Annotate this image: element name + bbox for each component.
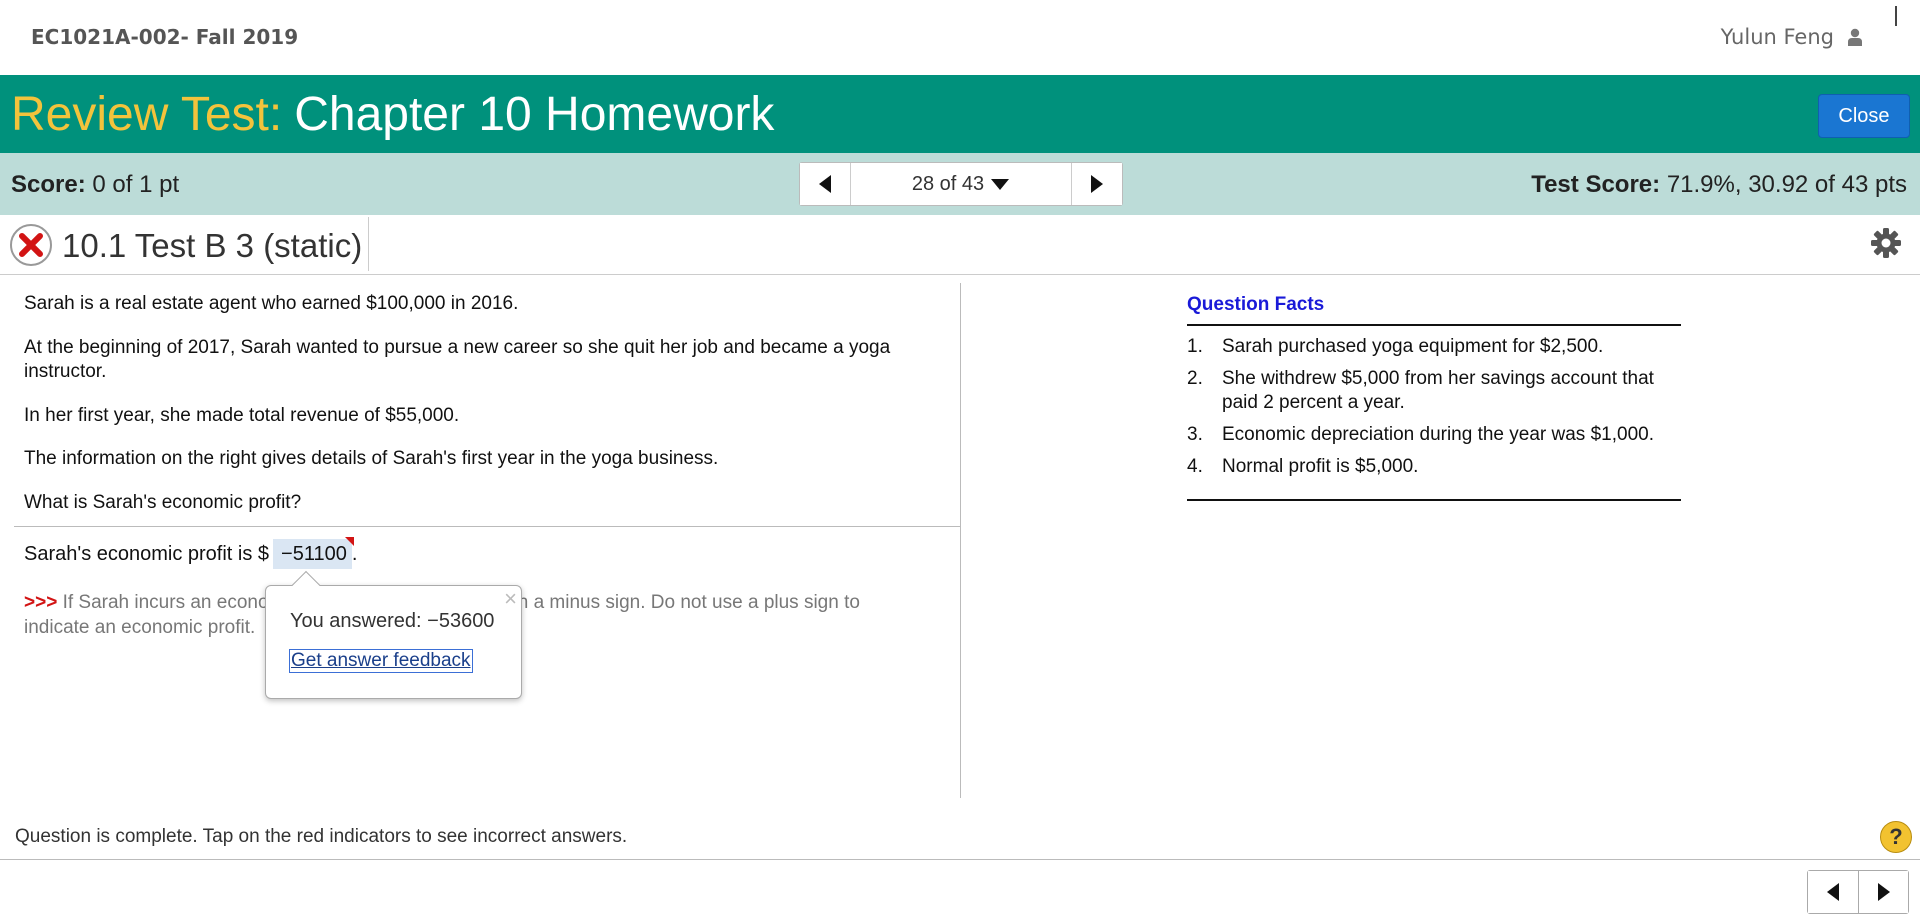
test-score-value: 71.9%, 30.92 of 43 pts xyxy=(1666,171,1907,198)
close-icon[interactable]: × xyxy=(504,586,517,612)
score-value: 0 of 1 pt xyxy=(92,171,180,198)
top-bar: EC1021A-002- Fall 2019 Yulun Feng xyxy=(0,0,1920,75)
list-item: 1. Sarah purchased yoga equipment for $2,… xyxy=(1187,335,1681,359)
answer-popup: × You answered: −53600 Get answer feedba… xyxy=(265,570,522,699)
column-divider xyxy=(960,283,961,798)
answer-line: Sarah's economic profit is $ −51100 . xyxy=(24,537,357,569)
question-divider xyxy=(14,526,960,527)
text-cursor xyxy=(1895,6,1897,26)
fact-number: 3. xyxy=(1187,424,1203,445)
score-label: Score: xyxy=(11,171,86,198)
answer-field[interactable]: −51100 xyxy=(273,537,354,569)
footer-next-button[interactable] xyxy=(1858,871,1908,913)
test-score: Test Score: 71.9%, 30.92 of 43 pts xyxy=(1531,171,1907,199)
question-paragraph: At the beginning of 2017, Sarah wanted t… xyxy=(24,337,891,382)
question-facts: Question Facts 1. Sarah purchased yoga eq… xyxy=(1187,292,1681,501)
score-bar: Score: 0 of 1 pt 28 of 43 Test Score: 71… xyxy=(0,153,1920,215)
next-question-button[interactable] xyxy=(1072,163,1122,205)
question-paragraph: The information on the right gives detai… xyxy=(24,448,719,469)
incorrect-x-icon xyxy=(9,223,53,272)
question-panel: Sarah is a real estate agent who earned … xyxy=(0,276,960,796)
fact-text: Normal profit is $5,000. xyxy=(1222,456,1419,477)
triangle-down-icon xyxy=(991,179,1010,190)
user-icon xyxy=(1848,28,1862,46)
header-divider xyxy=(368,217,369,271)
fact-number: 2. xyxy=(1187,368,1203,389)
question-select[interactable]: 28 of 43 xyxy=(850,163,1072,205)
user-name: Yulun Feng xyxy=(1720,25,1834,49)
list-item: 4. Normal profit is $5,000. xyxy=(1187,455,1681,479)
answer-prefix: Sarah's economic profit is $ xyxy=(24,542,270,565)
test-score-label: Test Score: xyxy=(1531,171,1661,198)
gear-icon[interactable] xyxy=(1870,227,1902,264)
footer-divider xyxy=(0,859,1920,860)
question-position: 28 of 43 xyxy=(911,172,985,195)
answer-value: −51100 xyxy=(281,543,347,565)
fact-number: 4. xyxy=(1187,456,1203,477)
footer-previous-button[interactable] xyxy=(1808,871,1858,913)
question-header: 10.1 Test B 3 (static) xyxy=(0,215,1920,275)
course-title: EC1021A-002- Fall 2019 xyxy=(31,25,299,49)
page-title: Review Test: Chapter 10 Homework xyxy=(11,87,774,143)
you-answered-text: You answered: −53600 xyxy=(290,610,495,632)
title-prefix: Review Test: xyxy=(11,88,283,141)
user-menu[interactable]: Yulun Feng xyxy=(1721,25,1862,49)
triangle-right-icon xyxy=(1091,175,1103,193)
triangle-left-icon xyxy=(1827,883,1839,901)
question-paragraph: Sarah is a real estate agent who earned … xyxy=(24,293,519,314)
fact-text: She withdrew $5,000 from her savings acc… xyxy=(1222,368,1654,413)
fact-number: 1. xyxy=(1187,336,1203,357)
footer-navigator xyxy=(1807,870,1909,914)
question-paragraph: What is Sarah's economic profit? xyxy=(24,492,302,513)
facts-list: 1. Sarah purchased yoga equipment for $2,… xyxy=(1187,326,1681,501)
help-icon[interactable]: ? xyxy=(1880,821,1912,853)
status-message: Question is complete. Tap on the red ind… xyxy=(15,826,628,847)
fact-text: Sarah purchased yoga equipment for $2,50… xyxy=(1222,336,1604,357)
facts-title: Question Facts xyxy=(1187,292,1681,326)
question-score: Score: 0 of 1 pt xyxy=(11,171,179,199)
question-paragraph: In her first year, she made total revenu… xyxy=(24,405,460,426)
triangle-left-icon xyxy=(819,175,831,193)
list-item: 3. Economic depreciation during the year … xyxy=(1187,423,1681,447)
incorrect-indicator[interactable] xyxy=(344,537,354,546)
title-banner: Review Test: Chapter 10 Homework Close xyxy=(0,75,1920,153)
question-navigator: 28 of 43 xyxy=(799,162,1123,206)
title-main: Chapter 10 Homework xyxy=(294,88,775,141)
previous-question-button[interactable] xyxy=(800,163,850,205)
triangle-right-icon xyxy=(1877,883,1890,901)
hint-arrows: >>> xyxy=(24,592,58,613)
list-item: 2. She withdrew $5,000 from her savings a… xyxy=(1187,367,1681,415)
answer-feedback-link[interactable]: Get answer feedback xyxy=(289,649,473,673)
fact-text: Economic depreciation during the year wa… xyxy=(1222,424,1654,445)
close-button[interactable]: Close xyxy=(1818,94,1910,138)
question-title: 10.1 Test B 3 (static) xyxy=(62,227,363,264)
